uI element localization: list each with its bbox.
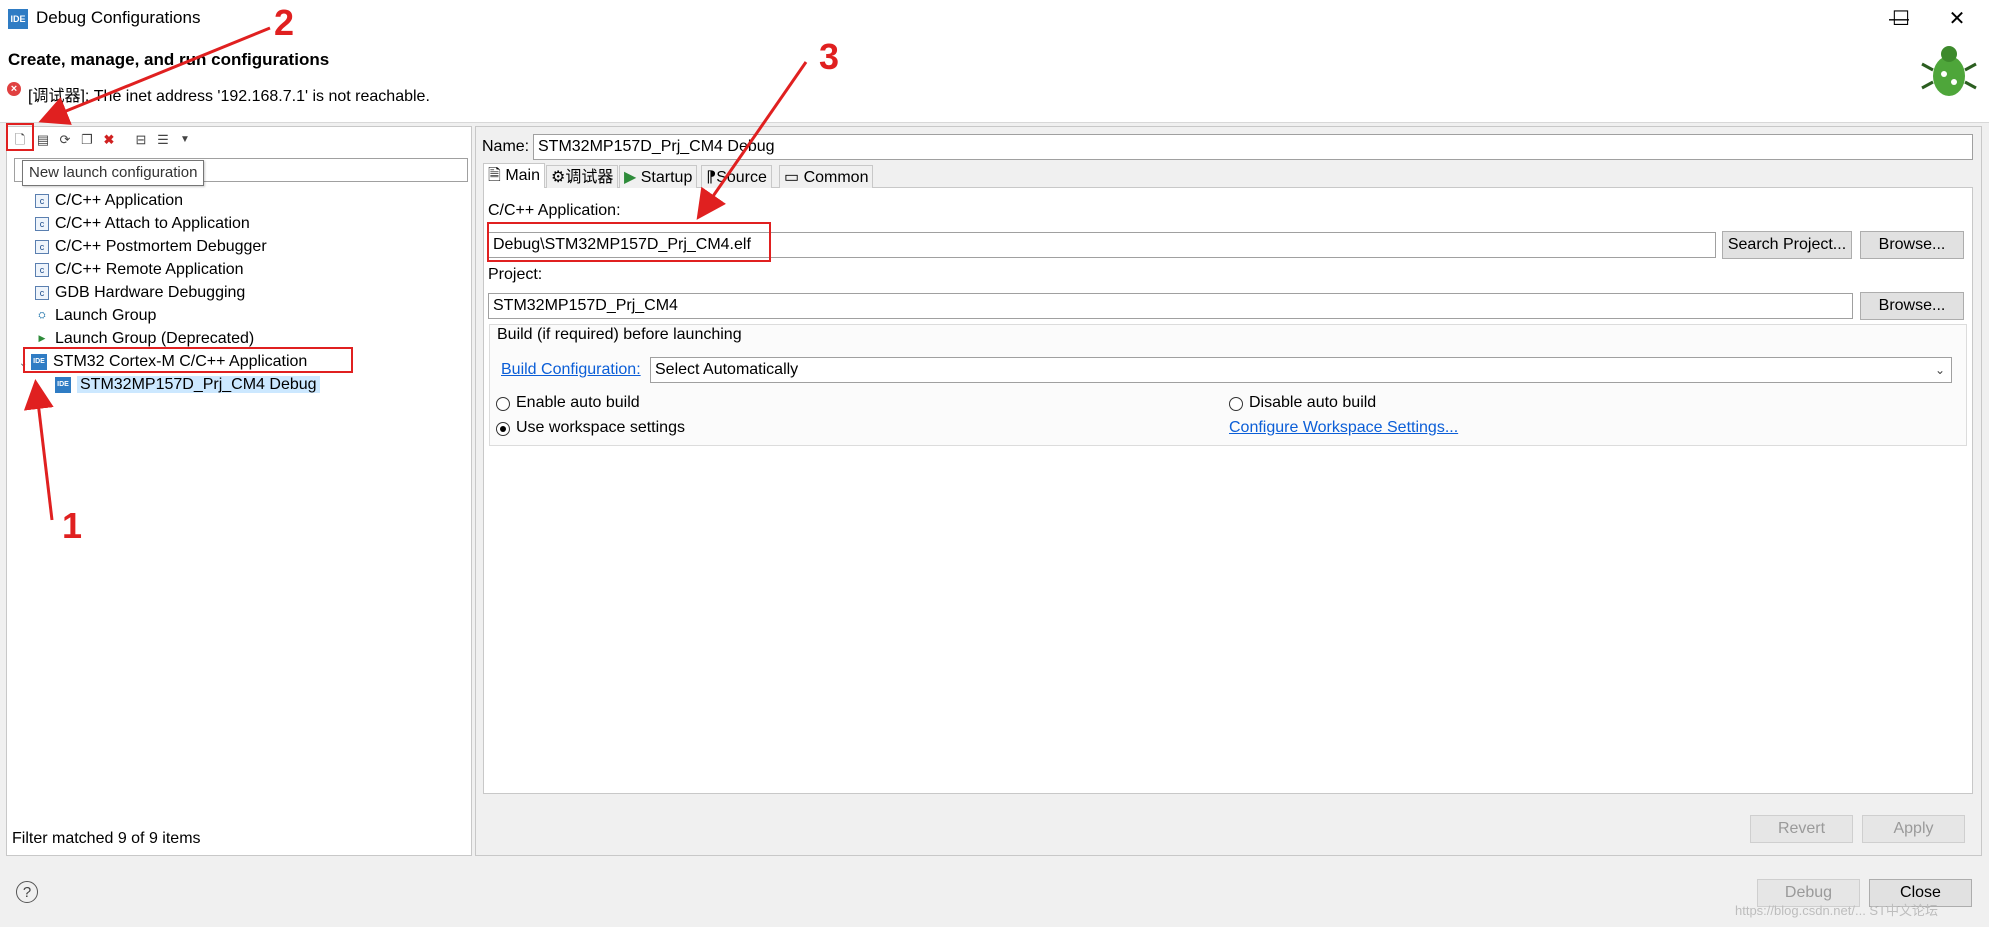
c-app-icon: c bbox=[35, 239, 49, 254]
close-window-button[interactable]: ✕ bbox=[1931, 4, 1983, 34]
tree-item[interactable]: c C/C++ Application bbox=[35, 189, 320, 212]
application-label: C/C++ Application: bbox=[488, 202, 621, 219]
maximize-icon: ☐ bbox=[1892, 8, 1910, 30]
common-tab-icon: ▭ bbox=[784, 169, 804, 186]
c-app-icon: c bbox=[35, 216, 49, 231]
disable-auto-build-label: Disable auto build bbox=[1249, 394, 1377, 411]
tab-debugger[interactable]: ⚙调试器 bbox=[546, 165, 619, 188]
annotation-number-2: 2 bbox=[274, 2, 295, 43]
delete-button[interactable]: ✖ bbox=[99, 130, 119, 150]
watermark: https://blog.csdn.net/... ST中文论坛 bbox=[1735, 903, 1939, 918]
startup-tab-icon: ▶ bbox=[624, 169, 641, 186]
search-project-button[interactable]: Search Project... bbox=[1722, 231, 1852, 259]
error-icon: × bbox=[7, 82, 21, 96]
build-configuration-select[interactable]: Select Automatically ⌄ bbox=[650, 357, 1952, 383]
filter-button[interactable]: ☰ bbox=[153, 130, 173, 150]
tree-item[interactable]: ⛭ Launch Group bbox=[35, 304, 320, 327]
name-input[interactable]: STM32MP157D_Prj_CM4 Debug bbox=[533, 134, 1973, 160]
chevron-down-icon: ⌄ bbox=[1934, 363, 1945, 377]
c-app-icon: c bbox=[35, 285, 49, 300]
export-button[interactable]: ⟳ bbox=[55, 130, 75, 150]
build-configuration-link[interactable]: Build Configuration: bbox=[501, 361, 641, 379]
debugger-tab-icon: ⚙ bbox=[551, 169, 566, 186]
annotation-box-2 bbox=[6, 123, 34, 151]
tree-item[interactable]: c C/C++ Postmortem Debugger bbox=[35, 235, 320, 258]
tab-startup[interactable]: ▶ Startup bbox=[619, 165, 698, 188]
revert-button[interactable]: Revert bbox=[1750, 815, 1853, 843]
tab-source[interactable]: ⁋Source bbox=[701, 165, 772, 188]
c-app-icon: c bbox=[35, 262, 49, 277]
annotation-box-3 bbox=[487, 222, 771, 262]
annotation-number-1: 1 bbox=[62, 505, 83, 546]
main-tab-icon: 🗎 bbox=[488, 167, 506, 184]
browse-application-button[interactable]: Browse... bbox=[1860, 231, 1964, 259]
annotation-box-1 bbox=[23, 347, 353, 373]
name-label: Name: bbox=[482, 138, 530, 155]
use-workspace-settings-label: Use workspace settings bbox=[516, 419, 685, 436]
new-prototype-button[interactable]: ▤ bbox=[33, 130, 53, 150]
ide-icon: IDE bbox=[55, 376, 71, 393]
tab-main[interactable]: 🗎 Main bbox=[483, 163, 545, 188]
tooltip: New launch configuration bbox=[22, 160, 205, 186]
view-menu-button[interactable]: ▼ bbox=[175, 130, 195, 150]
window-title: Debug Configurations bbox=[36, 8, 201, 27]
tree-item-selected[interactable]: IDE STM32MP157D_Prj_CM4 Debug bbox=[55, 373, 320, 396]
project-label: Project: bbox=[488, 266, 543, 283]
help-button[interactable]: ? bbox=[16, 881, 38, 903]
collapse-all-button[interactable]: ⊟ bbox=[131, 130, 151, 150]
header-title: Create, manage, and run configurations bbox=[8, 50, 330, 69]
enable-auto-build-label: Enable auto build bbox=[516, 394, 640, 411]
duplicate-button[interactable]: ❐ bbox=[77, 130, 97, 150]
source-tab-icon: ⁋ bbox=[706, 169, 717, 186]
c-app-icon: c bbox=[35, 193, 49, 208]
bug-icon bbox=[1921, 46, 1977, 96]
browse-project-button[interactable]: Browse... bbox=[1860, 292, 1964, 320]
tab-content-main bbox=[483, 188, 1973, 794]
enable-auto-build-radio[interactable] bbox=[496, 397, 510, 411]
tree-item[interactable]: c GDB Hardware Debugging bbox=[35, 281, 320, 304]
use-workspace-settings-radio[interactable] bbox=[496, 422, 510, 436]
configure-workspace-settings-link[interactable]: Configure Workspace Settings... bbox=[1229, 419, 1458, 437]
filter-status: Filter matched 9 of 9 items bbox=[12, 830, 201, 847]
launch-icon: ▶ bbox=[38, 332, 46, 343]
title-bar bbox=[0, 0, 1989, 38]
tree-item[interactable]: c C/C++ Attach to Application bbox=[35, 212, 320, 235]
build-group-title: Build (if required) before launching bbox=[497, 326, 742, 343]
annotation-number-3: 3 bbox=[819, 36, 840, 77]
project-input[interactable]: STM32MP157D_Prj_CM4 bbox=[488, 293, 1853, 319]
disable-auto-build-radio[interactable] bbox=[1229, 397, 1243, 411]
launch-group-icon: ⛭ bbox=[38, 309, 46, 320]
error-message: [调试器]: The inet address '192.168.7.1' is… bbox=[28, 88, 430, 105]
apply-button[interactable]: Apply bbox=[1862, 815, 1965, 843]
tree-item[interactable]: c C/C++ Remote Application bbox=[35, 258, 320, 281]
app-icon: IDE bbox=[8, 9, 28, 29]
maximize-button[interactable]: ☐ bbox=[1875, 4, 1927, 34]
tab-common[interactable]: ▭ Common bbox=[779, 165, 874, 188]
